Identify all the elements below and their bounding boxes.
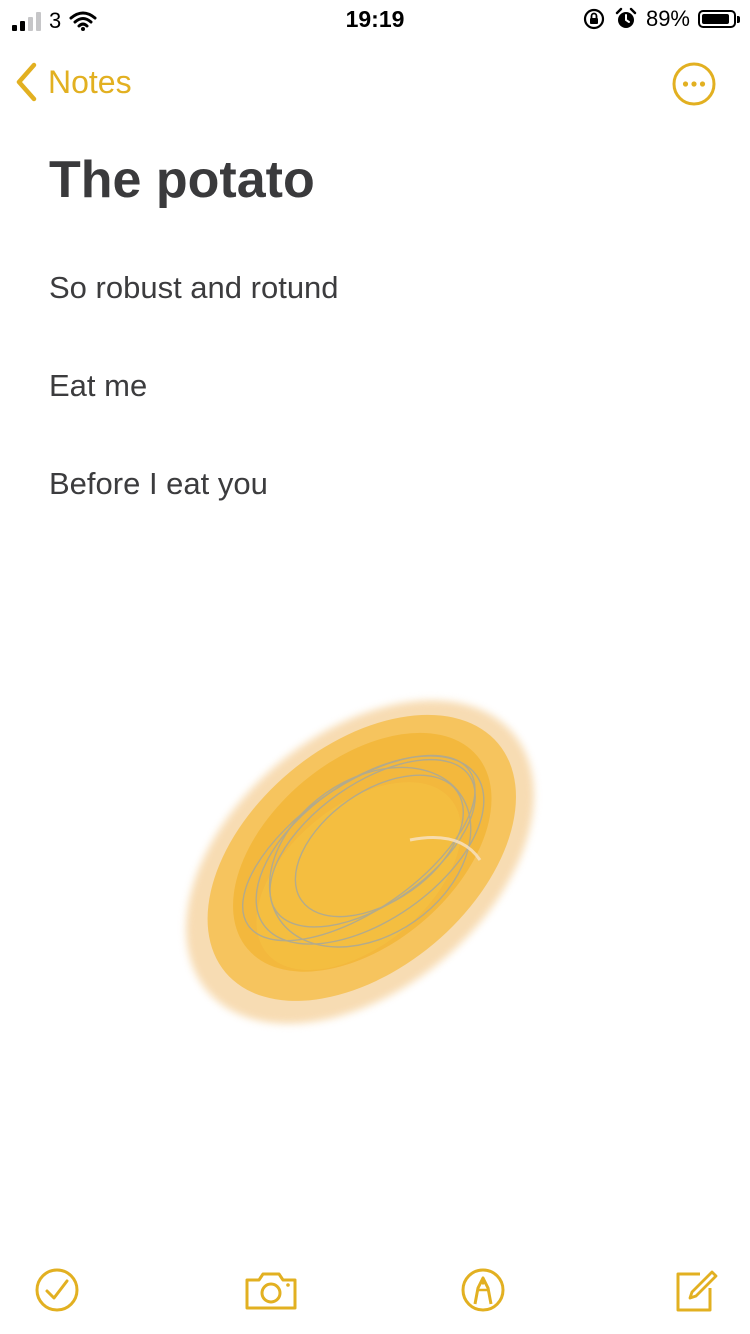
chevron-left-icon	[16, 62, 37, 102]
back-label: Notes	[48, 63, 132, 100]
camera-icon	[245, 1272, 297, 1310]
checkmark-circle-icon	[35, 1268, 79, 1312]
ellipsis-circle-icon	[672, 62, 716, 106]
battery-icon	[698, 10, 740, 28]
status-right: 89%	[582, 6, 740, 32]
compose-icon	[676, 1270, 718, 1312]
nav-bar: Notes	[0, 52, 750, 116]
orientation-lock-icon	[583, 8, 605, 30]
more-button[interactable]	[672, 62, 716, 106]
note-line-3[interactable]: Before I eat you	[49, 464, 268, 504]
note-title[interactable]: The potato	[49, 140, 699, 220]
note-body[interactable]: The potato So robust and rotund Eat me B…	[49, 140, 699, 501]
bottom-toolbar	[0, 1262, 750, 1322]
markup-button[interactable]	[459, 1266, 509, 1316]
potato-drawing[interactable]	[160, 640, 660, 1060]
pen-tip-circle-icon	[461, 1268, 505, 1312]
alarm-icon	[615, 7, 637, 28]
battery-percent: 89%	[645, 6, 690, 31]
back-button[interactable]: Notes	[14, 62, 132, 102]
checklist-button[interactable]	[33, 1266, 83, 1316]
note-line-1[interactable]: So robust and rotund	[49, 268, 339, 308]
camera-button[interactable]	[243, 1266, 299, 1316]
compose-button[interactable]	[670, 1266, 720, 1316]
status-bar: 3 19:19 89%	[0, 0, 750, 40]
note-line-2[interactable]: Eat me	[49, 366, 147, 406]
